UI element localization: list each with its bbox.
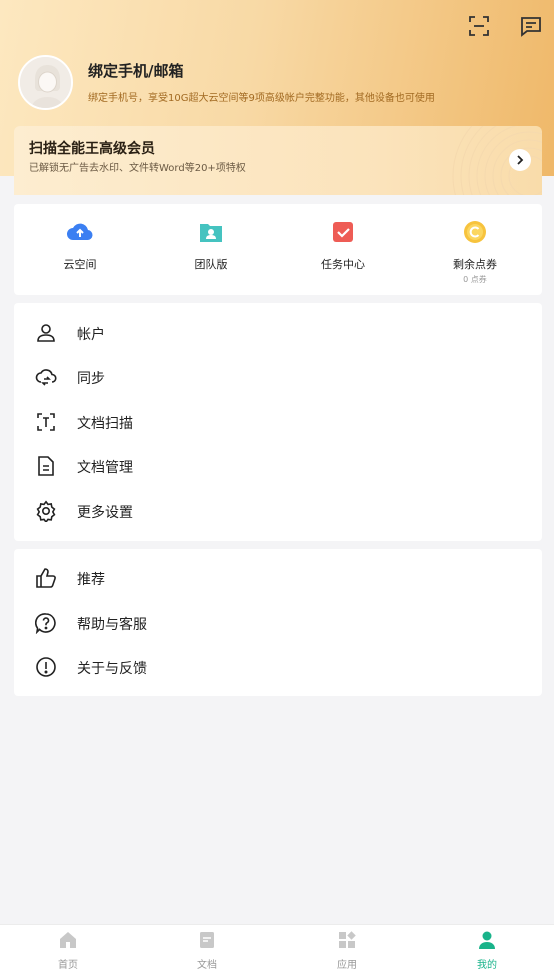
quick-item-cloud-space[interactable]: 云空间 <box>35 220 125 272</box>
bind-phone-subtitle: 绑定手机号，享受10G超大云空间等9项高级帐户完整功能，其他设备也可使用 <box>88 93 435 104</box>
tab-label: 我的 <box>477 960 497 969</box>
quick-actions: 云空间 团队版 任务中心 剩余点券 0 点券 <box>14 204 542 295</box>
info-icon <box>36 657 56 677</box>
quick-item-coupons[interactable]: 剩余点券 0 点券 <box>430 220 520 285</box>
thumbs-up-icon <box>36 568 56 588</box>
team-folder-icon <box>200 224 222 242</box>
tab-home[interactable]: 首页 <box>28 930 108 969</box>
menu-item-label: 推荐 <box>77 572 105 588</box>
gear-icon <box>36 500 56 522</box>
vip-title: 扫描全能王高级会员 <box>29 141 155 157</box>
vip-banner[interactable]: 扫描全能王高级会员 已解锁无广告去水印、文件转Word等20+项特权 <box>14 126 542 195</box>
person-icon <box>479 931 495 949</box>
chevron-right-icon <box>517 155 524 165</box>
tab-documents[interactable]: 文档 <box>167 930 247 969</box>
menu-item-label: 文档管理 <box>77 460 133 476</box>
quick-item-task-center[interactable]: 任务中心 <box>298 220 388 272</box>
tab-label: 首页 <box>58 960 78 969</box>
menu-item-account[interactable]: 帐户 <box>14 311 542 355</box>
tab-label: 文档 <box>197 960 217 969</box>
quick-item-label: 云空间 <box>63 258 97 271</box>
task-check-icon <box>333 222 353 242</box>
menu-item-more-settings[interactable]: 更多设置 <box>14 489 542 533</box>
cloud-sync-icon <box>35 369 57 386</box>
vip-subtitle: 已解锁无广告去水印、文件转Word等20+项特权 <box>29 163 246 174</box>
coupon-coin-icon <box>464 221 486 243</box>
user-icon <box>37 324 55 342</box>
menu-item-help[interactable]: 帮助与客服 <box>14 601 542 645</box>
quick-item-team[interactable]: 团队版 <box>166 220 256 272</box>
menu-item-label: 同步 <box>77 371 105 387</box>
menu-group-account: 帐户 同步 文档扫描 文档管理 更多设置 <box>14 303 542 541</box>
tab-apps[interactable]: 应用 <box>307 930 387 969</box>
quick-item-label: 剩余点券 <box>453 258 497 271</box>
scan-document-icon <box>37 413 55 431</box>
menu-group-support: 推荐 帮助与客服 关于与反馈 <box>14 549 542 696</box>
help-icon <box>35 613 56 634</box>
message-icon[interactable] <box>519 14 543 38</box>
menu-item-label: 帐户 <box>77 327 105 343</box>
document-icon <box>38 456 54 476</box>
quick-item-label: 团队版 <box>194 258 228 271</box>
menu-item-sync[interactable]: 同步 <box>14 355 542 399</box>
menu-item-recommend[interactable]: 推荐 <box>14 556 542 600</box>
menu-item-label: 更多设置 <box>77 505 133 521</box>
menu-item-label: 帮助与客服 <box>77 617 147 633</box>
vip-arrow-button[interactable] <box>509 149 531 171</box>
scan-frame-icon[interactable] <box>467 14 491 38</box>
quick-item-label: 任务中心 <box>321 258 365 271</box>
home-icon <box>60 932 76 948</box>
bottom-tab-bar: 首页 文档 应用 我的 <box>0 924 554 969</box>
menu-item-label: 关于与反馈 <box>77 661 147 677</box>
avatar[interactable] <box>18 55 73 110</box>
menu-item-about-feedback[interactable]: 关于与反馈 <box>14 645 542 689</box>
tab-mine[interactable]: 我的 <box>447 930 527 969</box>
bind-phone-email-title[interactable]: 绑定手机/邮箱 <box>88 60 183 81</box>
menu-item-document-scan[interactable]: 文档扫描 <box>14 400 542 444</box>
coupon-count: 0 点券 <box>463 275 487 284</box>
menu-item-document-management[interactable]: 文档管理 <box>14 444 542 488</box>
apps-icon <box>339 931 356 948</box>
cloud-upload-icon <box>67 223 93 241</box>
document-tab-icon <box>200 932 214 948</box>
tab-label: 应用 <box>337 960 357 969</box>
menu-item-label: 文档扫描 <box>77 416 133 432</box>
